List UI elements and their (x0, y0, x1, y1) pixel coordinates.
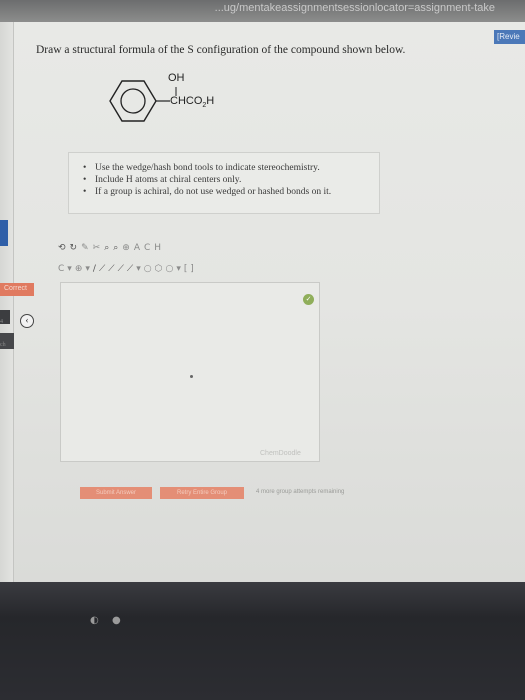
double-bond-icon[interactable]: ⟋ (118, 262, 124, 276)
chevron-down-icon[interactable]: ▾ (136, 262, 141, 276)
erase-icon[interactable]: ✎ (81, 241, 89, 255)
sidebar-blue-tab[interactable] (0, 220, 8, 246)
zoom-in-icon[interactable]: ⌕ (104, 241, 109, 255)
drawing-canvas[interactable] (60, 282, 320, 462)
left-sidebar (0, 22, 14, 582)
browser-title-strip: ...ug/mentakeassignmentsessionlocator=as… (0, 0, 525, 22)
hint-item: Include H atoms at chiral centers only. (83, 174, 379, 186)
editor-toolbar-top: ⟲ ↻ ✎ ✂ ⌕ ⌕ ⊕ A C H (58, 241, 161, 255)
hint-item: If a group is achiral, do not use wedged… (83, 186, 379, 198)
check-circle-icon: ✓ (303, 294, 314, 305)
hash-bond-icon[interactable]: ⟋ (108, 262, 114, 276)
single-bond-icon[interactable]: / (93, 262, 96, 276)
redo-icon[interactable]: ↻ (70, 241, 78, 255)
sidebar-item-4[interactable]: 4 (0, 310, 10, 325)
review-button[interactable]: [Revie (494, 30, 525, 44)
taskbar-icon: ◐ (90, 615, 99, 626)
bracket-icon[interactable]: [ ] (184, 262, 194, 276)
correct-status-label: Correct (4, 285, 27, 292)
sidebar-item-label: 4 (0, 319, 3, 325)
chevron-down-icon[interactable]: ▾ (67, 262, 72, 276)
ring-icon[interactable]: ○ (144, 262, 152, 276)
center-icon[interactable]: ⊕ (122, 241, 130, 255)
carbon-label-icon[interactable]: C (144, 241, 150, 255)
element-selector[interactable]: C (58, 262, 64, 276)
side-chain-text: CHCO (170, 95, 203, 107)
wedge-bond-icon[interactable]: ⟋ (99, 262, 105, 276)
sidebar-item-label: ch (0, 342, 6, 348)
correct-status-tab[interactable]: Correct (0, 283, 34, 296)
molecule-structure: OH CHCO2H (100, 70, 240, 145)
undo-icon[interactable]: ⟲ (58, 241, 66, 255)
hydrogen-label-icon[interactable]: H (154, 241, 161, 255)
side-chain-suffix: H (206, 95, 215, 107)
text-icon[interactable]: A (134, 241, 140, 255)
chevron-down-icon[interactable]: ▾ (176, 262, 181, 276)
benzene-icon[interactable]: ⬡ (155, 262, 163, 276)
hints-box: Use the wedge/hash bond tools to indicat… (68, 152, 380, 214)
hint-item: Use the wedge/hash bond tools to indicat… (83, 162, 379, 174)
triple-bond-icon[interactable]: ⟋ (127, 262, 133, 276)
zoom-out-icon[interactable]: ⌕ (113, 241, 118, 255)
monitor-bezel (0, 582, 525, 700)
taskbar-icon: ● (112, 615, 121, 626)
question-prompt: Draw a structural formula of the S confi… (36, 44, 406, 56)
sidebar-item-ch[interactable]: ch (0, 333, 14, 349)
browser-title: ...ug/mentakeassignmentsessionlocator=as… (214, 2, 495, 14)
cut-icon[interactable]: ✂ (93, 241, 101, 255)
cyclopentane-icon[interactable]: ○ (165, 262, 173, 276)
chemdoodle-watermark: ChemDoodle (260, 450, 301, 457)
editor-toolbar-bottom: C ▾ ⊕ ▾ / ⟋ ⟋ ⟋ ⟋ ▾ ○ ⬡ ○ ▾ [ ] (58, 261, 194, 277)
hydroxyl-label: OH (168, 72, 185, 84)
submit-answer-button[interactable]: Submit Answer (80, 487, 152, 499)
back-arrow-icon[interactable]: ‹ (20, 314, 34, 328)
review-label: [Revie (497, 32, 520, 41)
side-chain-label: CHCO2H (170, 95, 214, 109)
attempts-remaining: 4 more group attempts remaining (256, 489, 345, 495)
charge-icon[interactable]: ⊕ (75, 262, 83, 276)
chevron-down-icon[interactable]: ▾ (85, 262, 90, 276)
canvas-dot (190, 375, 193, 378)
retry-group-button[interactable]: Retry Entire Group (160, 487, 244, 499)
